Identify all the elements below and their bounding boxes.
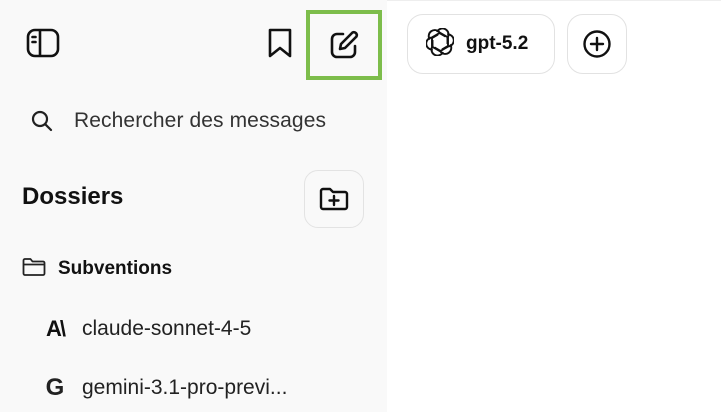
bookmarks-button[interactable] (259, 22, 301, 64)
main-panel: gpt-5.2 (387, 0, 721, 412)
new-chat-button[interactable] (306, 10, 382, 80)
chat-item-gemini[interactable]: G gemini-3.1-pro-previ... (40, 368, 370, 408)
edit-icon (328, 29, 360, 61)
chat-label: claude-sonnet-4-5 (82, 317, 252, 340)
model-selector-button[interactable]: gpt-5.2 (407, 14, 555, 74)
folder-icon (22, 257, 46, 282)
search-messages-field[interactable]: Rechercher des messages (22, 100, 372, 142)
sidebar-toggle-icon (26, 28, 60, 58)
folders-heading: Dossiers (22, 183, 124, 210)
folder-item-subventions[interactable]: Subventions (22, 252, 172, 286)
chat-item-claude-sonnet[interactable]: A\ claude-sonnet-4-5 (40, 309, 370, 349)
toggle-sidebar-button[interactable] (22, 22, 64, 64)
folder-plus-icon (319, 186, 349, 212)
plus-circle-icon (582, 29, 612, 59)
add-model-button[interactable] (567, 14, 627, 74)
anthropic-icon: A\ (40, 314, 70, 344)
app-window: Rechercher des messages Dossiers Subvent… (0, 0, 721, 412)
chat-label: gemini-3.1-pro-previ... (82, 376, 288, 399)
model-name: gpt-5.2 (466, 33, 529, 54)
google-icon: G (40, 373, 70, 403)
anthropic-logo-glyph: A\ (46, 316, 66, 341)
bookmark-icon (267, 27, 293, 59)
sidebar: Rechercher des messages Dossiers Subvent… (0, 0, 387, 412)
search-placeholder: Rechercher des messages (74, 109, 327, 132)
openai-icon (425, 27, 455, 61)
google-logo-glyph: G (45, 374, 65, 401)
add-folder-button[interactable] (304, 170, 364, 228)
search-icon (22, 100, 62, 142)
folder-label: Subventions (58, 258, 173, 279)
